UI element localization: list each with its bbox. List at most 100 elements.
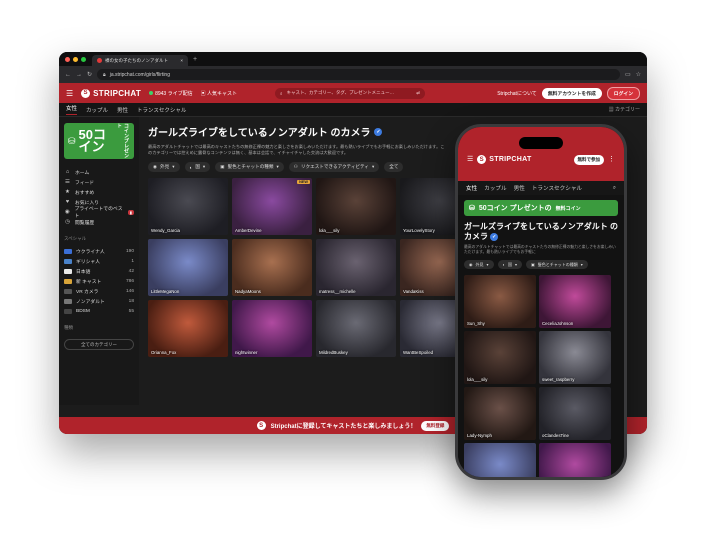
phone-tab-2[interactable]: 男性: [514, 184, 525, 192]
phone-tab-3[interactable]: トランスセクシャル: [532, 184, 582, 192]
close-dot[interactable]: [65, 56, 70, 62]
model-thumbnail[interactable]: [464, 443, 536, 477]
model-thumbnail[interactable]: [539, 443, 611, 477]
model-thumbnail[interactable]: CeceliaJohnson: [539, 275, 611, 328]
private-icon: ◉: [64, 209, 70, 215]
tab-1[interactable]: カップル: [86, 106, 108, 114]
model-name: Orianna_Fox: [151, 350, 177, 355]
browser-tab[interactable]: 裸の女の子たちのノンアダルト ×: [92, 55, 188, 66]
special-item[interactable]: ノンアダルト 18: [64, 296, 134, 306]
about-link[interactable]: Stripchatについて: [497, 90, 537, 97]
filter-chip[interactable]: ◉ 外見 ▾: [464, 260, 494, 269]
flag-icon: [64, 278, 72, 284]
tab-close-icon[interactable]: ×: [180, 58, 183, 63]
filter-chip[interactable]: ◉ 外見 ▾: [148, 162, 180, 172]
flag-icon: [64, 288, 72, 294]
phone-filter-bar: ◉ 外見 ▾ ◐ 国 ▾ ▣ 髪色とチャットの種類 ▾: [464, 260, 618, 269]
tab-3[interactable]: トランスセクシャル: [137, 106, 186, 114]
back-icon[interactable]: ←: [65, 72, 71, 78]
menu-icon[interactable]: ☰: [467, 155, 473, 163]
filter-icon[interactable]: ⇌: [416, 90, 420, 96]
model-thumbnail[interactable]: NEW AmberDevine: [232, 178, 312, 235]
site-logo[interactable]: S STRIPCHAT: [477, 155, 531, 164]
model-name: Wendy_Garcia: [151, 228, 180, 233]
filter-chip[interactable]: ▣ 髪色とチャットの種類 ▾: [525, 260, 588, 269]
all-categories-button[interactable]: 全てのカテゴリー: [64, 339, 134, 350]
cast-icon[interactable]: ▭: [625, 71, 631, 78]
special-item[interactable]: ウクライナ人 190: [64, 246, 134, 256]
flag-icon: [64, 298, 72, 304]
search-input[interactable]: ⌕ キャスト、カテゴリー、タグ、プレゼントメニュー… ⇌: [274, 87, 425, 99]
reload-icon[interactable]: ↻: [87, 71, 92, 78]
dynamic-island: [519, 137, 563, 149]
logo-mark-icon: S: [477, 155, 487, 164]
activity-icon: ⚇: [293, 164, 298, 169]
model-thumbnail[interactable]: LittleMegaNon: [148, 239, 228, 296]
model-thumbnail[interactable]: nightwinner: [232, 300, 312, 357]
special-item[interactable]: 日本語 42: [64, 266, 134, 276]
phone-model-grid: Sun_Shy CeceliaJohnson lola___sily sweet_ra…: [464, 275, 618, 477]
filter-chip[interactable]: ▣ 髪色とチャットの種類 ▾: [215, 162, 284, 172]
create-account-button[interactable]: 無料アカウントを作成: [541, 87, 602, 99]
filter-chip[interactable]: ◐ 国 ▾: [497, 260, 522, 269]
special-item-label: 日本語: [76, 269, 91, 275]
maximize-dot[interactable]: [81, 56, 86, 62]
site-logo[interactable]: S STRIPCHAT: [81, 88, 141, 98]
model-thumbnail[interactable]: NadyaMoons: [232, 239, 312, 296]
special-item[interactable]: 新 キャスト 786: [64, 276, 134, 286]
coin-icon: ⛁: [469, 205, 475, 212]
model-thumbnail[interactable]: sweet_raspberry: [539, 331, 611, 384]
sidebar-item[interactable]: ☰ フィード: [64, 177, 134, 187]
tab-0[interactable]: 女性: [66, 104, 78, 115]
sidebar-item[interactable]: ⌂ ホーム: [64, 167, 134, 177]
search-placeholder: キャスト、カテゴリー、タグ、プレゼントメニュー…: [286, 90, 395, 95]
new-tab-icon[interactable]: +: [193, 56, 197, 63]
filter-chip[interactable]: 全て: [384, 162, 404, 172]
filter-chip[interactable]: ⚇ リクエストできるアクティビティ ▾: [288, 162, 380, 172]
model-thumbnail[interactable]: Lady-Nymph: [464, 387, 536, 440]
special-item[interactable]: ギリシャ人 1: [64, 256, 134, 266]
phone-tab-0[interactable]: 女性: [466, 184, 477, 192]
popular-link[interactable]: ▣ 人気キャスト: [201, 90, 237, 97]
special-item[interactable]: BDSM 55: [64, 306, 134, 316]
filter-chip[interactable]: ◐ 国 ▾: [184, 162, 211, 172]
model-thumbnail[interactable]: Wendy_Garcia: [148, 178, 228, 235]
join-free-button[interactable]: 無料で参加: [573, 155, 604, 165]
sidebar-item-label: 閲覧履歴: [75, 220, 95, 226]
search-icon[interactable]: ⌕: [613, 185, 616, 192]
sidebar-item[interactable]: ◉ プライベートでのベスト ▮: [64, 207, 134, 219]
chevron-down-icon: ▾: [514, 262, 517, 267]
model-thumbnail[interactable]: matress__michelle: [316, 239, 396, 296]
model-thumbnail[interactable]: oClandesTine: [539, 387, 611, 440]
phone-tab-1[interactable]: カップル: [484, 184, 506, 192]
menu-icon[interactable]: ☰: [66, 89, 73, 98]
window-controls[interactable]: [65, 56, 86, 62]
model-name: AmberDevine: [235, 228, 262, 233]
bookmark-icon[interactable]: ☆: [636, 71, 641, 78]
more-icon[interactable]: ⋮: [608, 155, 615, 163]
chevron-down-icon: ▾: [276, 164, 279, 169]
model-thumbnail[interactable]: lola___sily: [316, 178, 396, 235]
tab-2[interactable]: 男性: [117, 106, 128, 114]
phone-coin-banner[interactable]: ⛁ 50コイン プレゼントの 無料コイン: [464, 200, 618, 216]
login-button[interactable]: ログイン: [606, 86, 640, 100]
sidebar-item[interactable]: ★ おすすめ: [64, 187, 134, 197]
special-item[interactable]: VR カメラ 146: [64, 286, 134, 296]
free-signup-button[interactable]: 無料登録: [421, 420, 450, 431]
categories-toggle[interactable]: ▦ カテゴリー: [609, 106, 640, 113]
forward-icon[interactable]: →: [76, 72, 82, 78]
model-thumbnail[interactable]: Orianna_Fox: [148, 300, 228, 357]
minimize-dot[interactable]: [73, 56, 78, 62]
model-name: WantBeSpoiled: [403, 350, 434, 355]
chevron-down-icon: ▾: [172, 164, 175, 169]
sidebar-item-label: おすすめ: [75, 190, 95, 196]
model-thumbnail[interactable]: lola___sily: [464, 331, 536, 384]
url-text: ja.stripchat.com/girls/flirting: [109, 71, 170, 78]
coin-icon: ⛁: [68, 135, 76, 146]
live-count[interactable]: 8943 ライブ配信: [149, 90, 193, 97]
address-bar[interactable]: 🔒︎ ja.stripchat.com/girls/flirting: [97, 69, 620, 80]
model-thumbnail[interactable]: Sun_Shy: [464, 275, 536, 328]
coin-promo-banner[interactable]: ⛁ 50コイン コインプレゼント: [64, 123, 134, 159]
chevron-down-icon: ▾: [486, 262, 489, 267]
model-thumbnail[interactable]: MildredBuskey: [316, 300, 396, 357]
